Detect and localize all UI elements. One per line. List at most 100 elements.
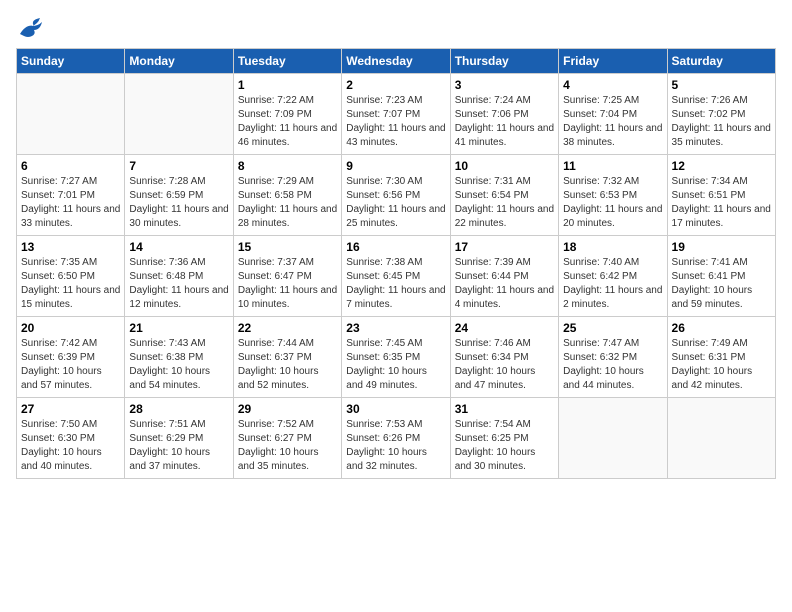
calendar-day-cell: 3 Sunrise: 7:24 AMSunset: 7:06 PMDaylight… <box>450 74 558 155</box>
day-number: 10 <box>455 159 554 173</box>
calendar-day-cell: 10 Sunrise: 7:31 AMSunset: 6:54 PMDayligh… <box>450 155 558 236</box>
calendar-day-cell: 5 Sunrise: 7:26 AMSunset: 7:02 PMDaylight… <box>667 74 775 155</box>
calendar-day-cell: 29Sunrise: 7:52 AMSunset: 6:27 PMDayligh… <box>233 398 341 479</box>
day-info: Sunrise: 7:46 AMSunset: 6:34 PMDaylight:… <box>455 337 554 393</box>
day-info: Sunrise: 7:54 AMSunset: 6:25 PMDaylight:… <box>455 418 554 474</box>
logo <box>16 16 46 38</box>
calendar-day-cell <box>125 74 233 155</box>
day-header-tuesday: Tuesday <box>233 49 341 74</box>
day-info: Sunrise: 7:24 AMSunset: 7:06 PMDaylight:… <box>455 94 554 150</box>
day-number: 6 <box>21 159 120 173</box>
day-info: Sunrise: 7:51 AMSunset: 6:29 PMDaylight:… <box>129 418 228 474</box>
calendar-day-cell: 20 Sunrise: 7:42 AMSunset: 6:39 PMDayligh… <box>17 317 125 398</box>
calendar-day-cell: 12 Sunrise: 7:34 AMSunset: 6:51 PMDayligh… <box>667 155 775 236</box>
day-number: 9 <box>346 159 445 173</box>
day-info: Sunrise: 7:45 AMSunset: 6:35 PMDaylight:… <box>346 337 445 393</box>
day-header-monday: Monday <box>125 49 233 74</box>
calendar-day-cell: 25 Sunrise: 7:47 AMSunset: 6:32 PMDayligh… <box>559 317 667 398</box>
day-info: Sunrise: 7:31 AMSunset: 6:54 PMDaylight:… <box>455 175 554 231</box>
calendar-day-cell: 23Sunrise: 7:45 AMSunset: 6:35 PMDayligh… <box>342 317 450 398</box>
day-number: 17 <box>455 240 554 254</box>
day-info: Sunrise: 7:30 AMSunset: 6:56 PMDaylight:… <box>346 175 445 231</box>
calendar-day-cell: 31 Sunrise: 7:54 AMSunset: 6:25 PMDayligh… <box>450 398 558 479</box>
day-number: 30 <box>346 402 445 416</box>
calendar-day-cell: 26 Sunrise: 7:49 AMSunset: 6:31 PMDayligh… <box>667 317 775 398</box>
day-number: 5 <box>672 78 771 92</box>
day-number: 16 <box>346 240 445 254</box>
day-header-saturday: Saturday <box>667 49 775 74</box>
calendar-day-cell: 8 Sunrise: 7:29 AMSunset: 6:58 PMDaylight… <box>233 155 341 236</box>
calendar-day-cell: 28 Sunrise: 7:51 AMSunset: 6:29 PMDayligh… <box>125 398 233 479</box>
day-header-friday: Friday <box>559 49 667 74</box>
page-header <box>16 16 776 38</box>
day-number: 1 <box>238 78 337 92</box>
day-number: 20 <box>21 321 120 335</box>
day-number: 14 <box>129 240 228 254</box>
calendar-day-cell: 7 Sunrise: 7:28 AMSunset: 6:59 PMDaylight… <box>125 155 233 236</box>
day-number: 7 <box>129 159 228 173</box>
calendar-day-cell: 21 Sunrise: 7:43 AMSunset: 6:38 PMDayligh… <box>125 317 233 398</box>
day-info: Sunrise: 7:49 AMSunset: 6:31 PMDaylight:… <box>672 337 771 393</box>
day-number: 8 <box>238 159 337 173</box>
day-number: 12 <box>672 159 771 173</box>
day-header-thursday: Thursday <box>450 49 558 74</box>
calendar-day-cell: 27 Sunrise: 7:50 AMSunset: 6:30 PMDayligh… <box>17 398 125 479</box>
day-header-sunday: Sunday <box>17 49 125 74</box>
calendar-week-row: 27 Sunrise: 7:50 AMSunset: 6:30 PMDayligh… <box>17 398 776 479</box>
calendar-day-cell: 17Sunrise: 7:39 AMSunset: 6:44 PMDayligh… <box>450 236 558 317</box>
day-number: 25 <box>563 321 662 335</box>
calendar-day-cell: 16 Sunrise: 7:38 AMSunset: 6:45 PMDayligh… <box>342 236 450 317</box>
day-number: 22 <box>238 321 337 335</box>
day-info: Sunrise: 7:47 AMSunset: 6:32 PMDaylight:… <box>563 337 662 393</box>
day-number: 19 <box>672 240 771 254</box>
day-number: 28 <box>129 402 228 416</box>
calendar-day-cell: 6 Sunrise: 7:27 AMSunset: 7:01 PMDaylight… <box>17 155 125 236</box>
day-number: 26 <box>672 321 771 335</box>
logo-bird-icon <box>18 16 46 38</box>
day-info: Sunrise: 7:29 AMSunset: 6:58 PMDaylight:… <box>238 175 337 231</box>
day-number: 4 <box>563 78 662 92</box>
calendar-day-cell: 24 Sunrise: 7:46 AMSunset: 6:34 PMDayligh… <box>450 317 558 398</box>
day-info: Sunrise: 7:35 AMSunset: 6:50 PMDaylight:… <box>21 256 120 312</box>
day-number: 3 <box>455 78 554 92</box>
calendar-day-cell <box>559 398 667 479</box>
calendar-table: SundayMondayTuesdayWednesdayThursdayFrid… <box>16 48 776 479</box>
day-number: 27 <box>21 402 120 416</box>
calendar-day-cell: 30Sunrise: 7:53 AMSunset: 6:26 PMDayligh… <box>342 398 450 479</box>
day-info: Sunrise: 7:26 AMSunset: 7:02 PMDaylight:… <box>672 94 771 150</box>
day-info: Sunrise: 7:34 AMSunset: 6:51 PMDaylight:… <box>672 175 771 231</box>
day-info: Sunrise: 7:25 AMSunset: 7:04 PMDaylight:… <box>563 94 662 150</box>
day-info: Sunrise: 7:38 AMSunset: 6:45 PMDaylight:… <box>346 256 445 312</box>
day-info: Sunrise: 7:42 AMSunset: 6:39 PMDaylight:… <box>21 337 120 393</box>
day-number: 29 <box>238 402 337 416</box>
day-number: 15 <box>238 240 337 254</box>
calendar-day-cell: 11Sunrise: 7:32 AMSunset: 6:53 PMDayligh… <box>559 155 667 236</box>
calendar-week-row: 1Sunrise: 7:22 AMSunset: 7:09 PMDaylight… <box>17 74 776 155</box>
calendar-day-cell: 9 Sunrise: 7:30 AMSunset: 6:56 PMDaylight… <box>342 155 450 236</box>
day-info: Sunrise: 7:43 AMSunset: 6:38 PMDaylight:… <box>129 337 228 393</box>
calendar-week-row: 13 Sunrise: 7:35 AMSunset: 6:50 PMDayligh… <box>17 236 776 317</box>
calendar-day-cell: 15Sunrise: 7:37 AMSunset: 6:47 PMDayligh… <box>233 236 341 317</box>
calendar-day-cell: 14 Sunrise: 7:36 AMSunset: 6:48 PMDayligh… <box>125 236 233 317</box>
day-info: Sunrise: 7:36 AMSunset: 6:48 PMDaylight:… <box>129 256 228 312</box>
day-number: 18 <box>563 240 662 254</box>
calendar-day-cell: 4 Sunrise: 7:25 AMSunset: 7:04 PMDaylight… <box>559 74 667 155</box>
calendar-day-cell <box>667 398 775 479</box>
calendar-day-cell: 22 Sunrise: 7:44 AMSunset: 6:37 PMDayligh… <box>233 317 341 398</box>
day-info: Sunrise: 7:40 AMSunset: 6:42 PMDaylight:… <box>563 256 662 312</box>
day-number: 24 <box>455 321 554 335</box>
calendar-day-cell <box>17 74 125 155</box>
day-number: 13 <box>21 240 120 254</box>
day-info: Sunrise: 7:27 AMSunset: 7:01 PMDaylight:… <box>21 175 120 231</box>
calendar-day-cell: 2Sunrise: 7:23 AMSunset: 7:07 PMDaylight… <box>342 74 450 155</box>
day-info: Sunrise: 7:50 AMSunset: 6:30 PMDaylight:… <box>21 418 120 474</box>
day-info: Sunrise: 7:44 AMSunset: 6:37 PMDaylight:… <box>238 337 337 393</box>
day-info: Sunrise: 7:28 AMSunset: 6:59 PMDaylight:… <box>129 175 228 231</box>
calendar-week-row: 20 Sunrise: 7:42 AMSunset: 6:39 PMDayligh… <box>17 317 776 398</box>
day-info: Sunrise: 7:32 AMSunset: 6:53 PMDaylight:… <box>563 175 662 231</box>
day-number: 31 <box>455 402 554 416</box>
calendar-day-cell: 19Sunrise: 7:41 AMSunset: 6:41 PMDayligh… <box>667 236 775 317</box>
day-number: 21 <box>129 321 228 335</box>
calendar-week-row: 6 Sunrise: 7:27 AMSunset: 7:01 PMDaylight… <box>17 155 776 236</box>
calendar-day-cell: 13 Sunrise: 7:35 AMSunset: 6:50 PMDayligh… <box>17 236 125 317</box>
